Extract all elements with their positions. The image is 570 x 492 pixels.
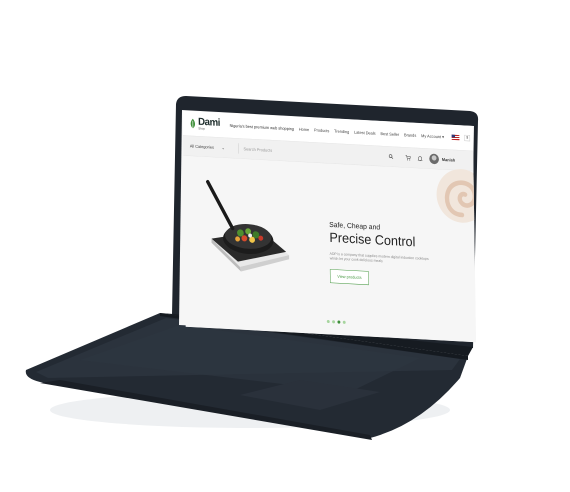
avatar[interactable] <box>429 153 440 165</box>
currency-box[interactable]: $ <box>464 134 471 142</box>
nav-best-seller[interactable]: Best Seller <box>380 131 399 137</box>
hero-banner: Safe, Cheap and Precise Control ADP is a… <box>183 155 477 343</box>
website-screen: Dami Shop Nigeria's best premium web sho… <box>182 110 477 343</box>
my-account-menu[interactable]: My Account ▾ <box>421 133 444 139</box>
my-account-label: My Account <box>421 133 442 140</box>
chevron-down-icon: ▾ <box>442 134 445 140</box>
carousel-dots <box>326 319 346 324</box>
nav-latest-deals[interactable]: Latest Deals <box>354 130 376 136</box>
search-icon[interactable] <box>388 154 394 160</box>
chevron-down-icon: ⌄ <box>221 145 225 151</box>
carousel-dot-active[interactable] <box>337 320 341 324</box>
view-products-button[interactable]: View products <box>329 269 369 286</box>
induction-cooktop-image <box>206 180 290 272</box>
leaf-icon <box>190 118 196 129</box>
header-icons <box>405 152 440 165</box>
nav-brands[interactable]: Brands <box>404 132 416 137</box>
brand-tagline: Nigeria's best premium web shopping <box>229 123 295 132</box>
decorative-swirl <box>436 169 477 223</box>
nav-home[interactable]: Home <box>299 127 309 132</box>
user-name[interactable]: Manish <box>442 157 455 162</box>
carousel-dot[interactable] <box>326 319 330 324</box>
main-nav: Home Products Trending Latest Deals Best… <box>299 126 476 142</box>
hero-text: Safe, Cheap and Precise Control ADP is a… <box>329 220 456 290</box>
category-label: All Categories <box>189 143 214 150</box>
cart-icon[interactable] <box>405 154 411 161</box>
hero-description: ADP is a company that supplies modern di… <box>329 252 429 264</box>
bell-icon[interactable] <box>417 155 423 161</box>
laptop-scene: Dami Shop Nigeria's best premium web sho… <box>0 0 570 492</box>
us-flag-icon[interactable] <box>451 134 460 141</box>
search-placeholder: Search Products <box>243 146 273 153</box>
nav-products[interactable]: Products <box>314 128 329 133</box>
brand-logo[interactable]: Dami Shop <box>189 116 220 132</box>
carousel-dot[interactable] <box>332 320 336 324</box>
nav-trending[interactable]: Trending <box>334 129 349 134</box>
carousel-dot[interactable] <box>342 320 346 324</box>
category-select[interactable]: All Categories ⌄ <box>189 140 239 154</box>
